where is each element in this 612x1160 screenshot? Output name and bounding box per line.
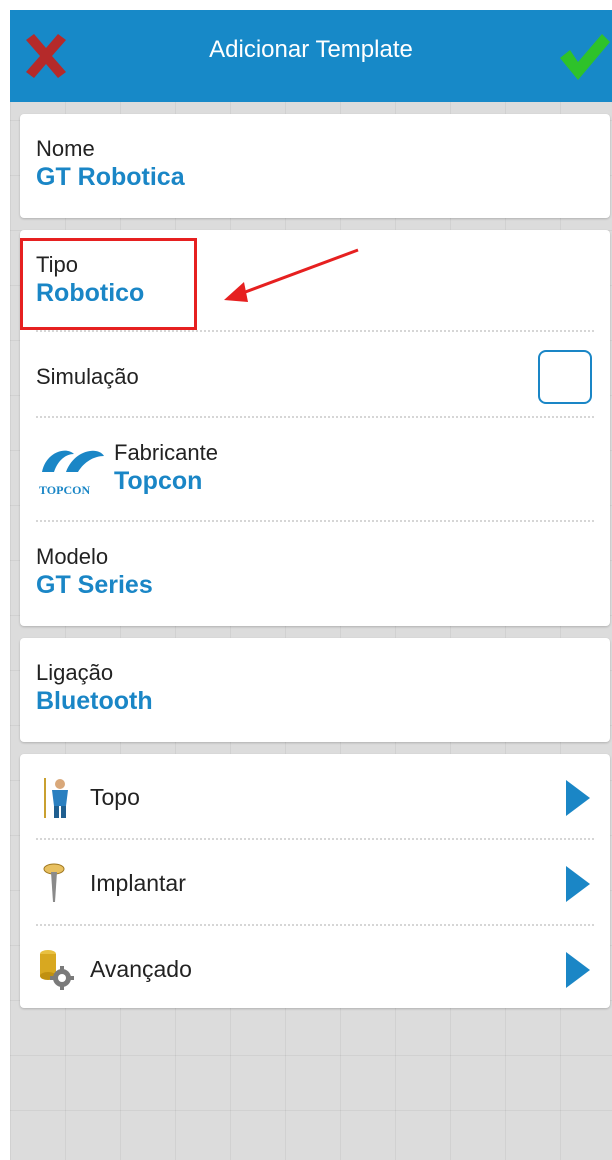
modelo-value: GT Series (36, 571, 153, 599)
device-card: Tipo Robotico Simulação TOPCON Fabricant… (20, 230, 610, 626)
menu-item-topo[interactable]: Topo (20, 754, 610, 838)
menu-card: Topo Implantar Avançado (20, 754, 610, 1008)
divider (36, 520, 594, 522)
menu-item-implantar[interactable]: Implantar (20, 840, 610, 924)
tipo-value: Robotico (36, 279, 145, 307)
topcon-logo-icon: TOPCON (39, 450, 104, 497)
ligacao-field[interactable]: Ligação Bluetooth (36, 660, 594, 716)
fabricante-label: Fabricante (114, 440, 218, 465)
menu-item-avancado[interactable]: Avançado (20, 926, 610, 1010)
connection-card[interactable]: Ligação Bluetooth (20, 638, 610, 742)
fabricante-value: Topcon (114, 467, 203, 495)
name-field[interactable]: Nome GT Robotica (36, 136, 594, 192)
menu-item-label: Avançado (90, 956, 192, 982)
simulacao-field: Simulação (36, 364, 594, 390)
app-screen: Adicionar Template Nome GT Robotica Tipo… (10, 10, 612, 1160)
surveyor-icon (44, 778, 68, 818)
name-card[interactable]: Nome GT Robotica (20, 114, 610, 218)
stake-pin-icon (43, 863, 65, 902)
logo-text: TOPCON (39, 483, 90, 497)
modelo-label: Modelo (36, 544, 109, 569)
tipo-label: Tipo (36, 252, 78, 277)
checkmark-icon (560, 34, 610, 80)
name-label: Nome (36, 136, 95, 161)
chevron-right-icon (566, 952, 590, 988)
page-title: Adicionar Template (209, 36, 413, 63)
fabricante-field[interactable]: Fabricante Topcon (114, 440, 594, 496)
modelo-field[interactable]: Modelo GT Series (36, 544, 594, 600)
menu-item-label: Implantar (90, 870, 186, 896)
name-value: GT Robotica (36, 163, 185, 191)
tipo-field[interactable]: Tipo Robotico (36, 252, 594, 308)
simulacao-label: Simulação (36, 364, 139, 389)
header-bar: Adicionar Template (10, 10, 612, 102)
divider (36, 330, 594, 332)
advanced-settings-icon (40, 950, 74, 990)
confirm-button[interactable] (556, 28, 612, 84)
topcon-logo: TOPCON (36, 438, 110, 500)
ligacao-value: Bluetooth (36, 687, 153, 715)
simulacao-checkbox[interactable] (538, 350, 592, 404)
menu-item-label: Topo (90, 784, 140, 810)
ligacao-label: Ligação (36, 660, 114, 685)
chevron-right-icon (566, 780, 590, 816)
divider (36, 416, 594, 418)
chevron-right-icon (566, 866, 590, 902)
